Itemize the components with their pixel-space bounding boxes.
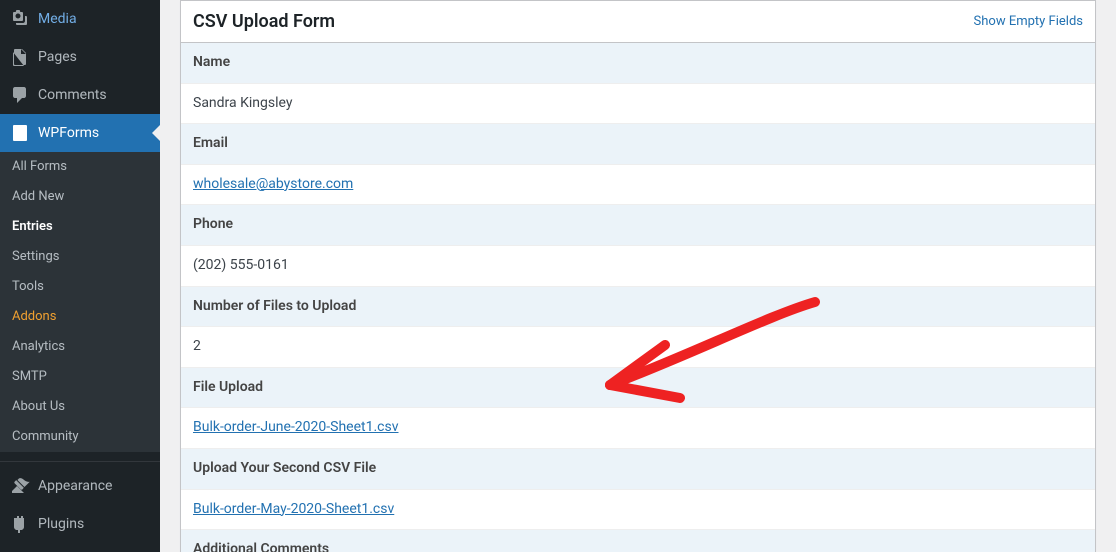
menu-item-label: Appearance	[38, 477, 112, 495]
submenu-item-community[interactable]: Community	[0, 422, 160, 452]
field-value: (202) 555-0161	[181, 245, 1095, 286]
field-value-link[interactable]: Bulk-order-June-2020-Sheet1.csv	[193, 419, 399, 435]
field-value-link[interactable]: Bulk-order-May-2020-Sheet1.csv	[193, 501, 394, 517]
menu-item-label: Plugins	[38, 515, 84, 533]
menu-item-pages[interactable]: Pages	[0, 38, 160, 76]
menu-item-wpforms[interactable]: WPForms	[0, 114, 160, 152]
field-label: Phone	[181, 205, 1095, 246]
field-value: Bulk-order-May-2020-Sheet1.csv	[181, 489, 1095, 530]
field-label: Number of Files to Upload	[181, 286, 1095, 327]
menu-item-label: Pages	[38, 48, 77, 66]
menu-item-label: Media	[38, 10, 77, 28]
menu-item-appearance[interactable]: Appearance	[0, 467, 160, 505]
field-value-row: Bulk-order-June-2020-Sheet1.csv	[181, 408, 1095, 449]
menu-item-users[interactable]: Users	[0, 543, 160, 552]
menu-item-comments[interactable]: Comments	[0, 76, 160, 114]
field-value-row: 2	[181, 327, 1095, 368]
menu-item-plugins[interactable]: Plugins	[0, 505, 160, 543]
submenu-item-tools[interactable]: Tools	[0, 272, 160, 302]
field-label: Email	[181, 124, 1095, 165]
submenu-item-entries[interactable]: Entries	[0, 212, 160, 242]
field-label-row: Additional Comments	[181, 530, 1095, 552]
field-label-row: File Upload	[181, 367, 1095, 408]
panel-header: CSV Upload Form Show Empty Fields	[181, 1, 1095, 43]
menu-item-label: Comments	[38, 86, 107, 104]
content-area: CSV Upload Form Show Empty Fields NameSa…	[160, 0, 1116, 552]
entry-details-panel: CSV Upload Form Show Empty Fields NameSa…	[180, 0, 1096, 552]
submenu-item-about-us[interactable]: About Us	[0, 392, 160, 422]
panel-title: CSV Upload Form	[193, 11, 335, 32]
show-empty-fields-link[interactable]: Show Empty Fields	[974, 14, 1083, 29]
submenu-item-smtp[interactable]: SMTP	[0, 362, 160, 392]
field-label-row: Phone	[181, 205, 1095, 246]
field-label: Name	[181, 43, 1095, 83]
field-value: 2	[181, 327, 1095, 368]
comments-icon	[10, 85, 30, 105]
menu-separator	[0, 457, 160, 462]
field-value-link[interactable]: wholesale@abystore.com	[193, 176, 353, 192]
field-label-row: Name	[181, 43, 1095, 83]
field-label-row: Upload Your Second CSV File	[181, 448, 1095, 489]
field-value-row: Bulk-order-May-2020-Sheet1.csv	[181, 489, 1095, 530]
field-label-row: Number of Files to Upload	[181, 286, 1095, 327]
entry-fields-table: NameSandra KingsleyEmail wholesale@abysto…	[181, 43, 1095, 552]
submenu-item-addons[interactable]: Addons	[0, 302, 160, 332]
pages-icon	[10, 47, 30, 67]
field-value: Sandra Kingsley	[181, 83, 1095, 124]
field-value: Bulk-order-June-2020-Sheet1.csv	[181, 408, 1095, 449]
admin-sidebar: Media Pages Comments WPForms All Forms A…	[0, 0, 160, 552]
submenu-item-analytics[interactable]: Analytics	[0, 332, 160, 362]
menu-item-label: WPForms	[38, 124, 99, 142]
field-value: wholesale@abystore.com	[181, 164, 1095, 205]
field-label: Additional Comments	[181, 530, 1095, 552]
menu-item-media[interactable]: Media	[0, 0, 160, 38]
field-label: Upload Your Second CSV File	[181, 448, 1095, 489]
submenu-item-all-forms[interactable]: All Forms	[0, 152, 160, 182]
plugins-icon	[10, 514, 30, 534]
wpforms-icon	[10, 123, 30, 143]
wpforms-submenu: All Forms Add New Entries Settings Tools…	[0, 152, 160, 452]
field-value-row: wholesale@abystore.com	[181, 164, 1095, 205]
field-value-row: Sandra Kingsley	[181, 83, 1095, 124]
media-icon	[10, 9, 30, 29]
appearance-icon	[10, 476, 30, 496]
field-label: File Upload	[181, 367, 1095, 408]
submenu-item-settings[interactable]: Settings	[0, 242, 160, 272]
submenu-item-add-new[interactable]: Add New	[0, 182, 160, 212]
field-label-row: Email	[181, 124, 1095, 165]
field-value-row: (202) 555-0161	[181, 245, 1095, 286]
